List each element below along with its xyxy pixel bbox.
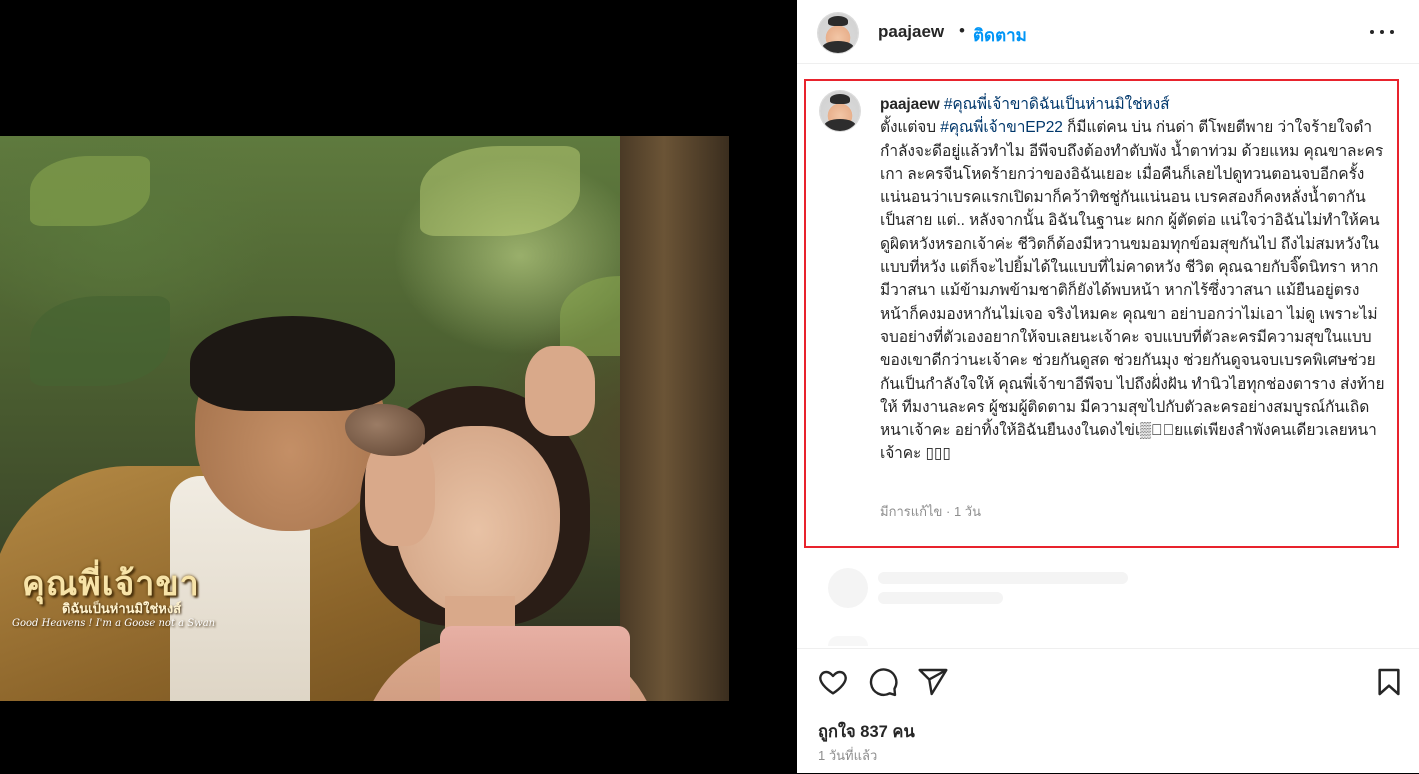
- separator-dot: •: [959, 21, 965, 40]
- woman-dress: [440, 626, 630, 701]
- caption-avatar[interactable]: [820, 91, 860, 131]
- skeleton-avatar: [828, 568, 868, 608]
- logo-subtitle: ดิฉันเป็นห่านมิใช่หงส์: [62, 601, 182, 616]
- caption-username[interactable]: paajaew: [880, 96, 940, 113]
- post-timestamp[interactable]: 1 วันที่แล้ว: [818, 745, 877, 766]
- tree-trunk: [620, 136, 729, 701]
- header-username[interactable]: paajaew: [878, 22, 944, 42]
- skeleton-line: [878, 572, 1128, 584]
- caption-body: ก็มีแต่คน บ่น ก่นด่า ตีโพยตีพาย ว่าใจร้า…: [880, 119, 1385, 463]
- likes-count[interactable]: ถูกใจ 837 คน: [818, 719, 915, 745]
- caption-highlight: paajaew #คุณพี่เจ้าขาดิฉันเป็นห่านมิใช่ห…: [804, 79, 1399, 548]
- send-icon[interactable]: [917, 666, 949, 698]
- skeleton-line: [878, 592, 1003, 604]
- caption-text: paajaew #คุณพี่เจ้าขาดิฉันเป็นห่านมิใช่ห…: [880, 93, 1388, 466]
- man-hair: [190, 316, 395, 411]
- more-options-icon[interactable]: [1367, 20, 1397, 44]
- leaf-decoration: [420, 146, 580, 236]
- leaf-decoration: [30, 296, 170, 386]
- bookmark-icon[interactable]: [1373, 666, 1405, 698]
- follow-button[interactable]: ติดตาม: [973, 22, 1027, 49]
- leaf-decoration: [30, 156, 150, 226]
- post-header: paajaew • ติดตาม: [797, 0, 1419, 64]
- post-photo[interactable]: คุณพี่เจ้าขา ดิฉันเป็นห่านมิใช่หงส์ Good…: [0, 136, 729, 701]
- hashtag-link[interactable]: #คุณพี่เจ้าขาEP22: [940, 119, 1063, 136]
- caption-body: ตั้งแต่จบ: [880, 119, 937, 137]
- hashtag-link[interactable]: #คุณพี่เจ้าขาดิฉันเป็นห่านมิใช่หงส์: [944, 96, 1170, 113]
- caption-meta: มีการแก้ไข · 1 วัน: [880, 504, 981, 519]
- action-bar: ถูกใจ 837 คน 1 วันที่แล้ว: [797, 648, 1419, 774]
- skeleton-avatar: [828, 636, 868, 646]
- comment-icon[interactable]: [867, 666, 899, 698]
- post-panel: paajaew • ติดตาม paajaew #คุณพี่เจ้าขาดิ…: [797, 0, 1419, 773]
- post-media[interactable]: คุณพี่เจ้าขา ดิฉันเป็นห่านมิใช่หงส์ Good…: [0, 0, 797, 773]
- woman-hand: [525, 346, 595, 436]
- logo-english: Good Heavens ! I'm a Goose not a Swan: [12, 618, 216, 629]
- avatar[interactable]: [818, 13, 858, 53]
- show-logo: คุณพี่เจ้าขา ดิฉันเป็นห่านมิใช่หงส์ Good…: [4, 548, 234, 638]
- heart-icon[interactable]: [817, 666, 849, 698]
